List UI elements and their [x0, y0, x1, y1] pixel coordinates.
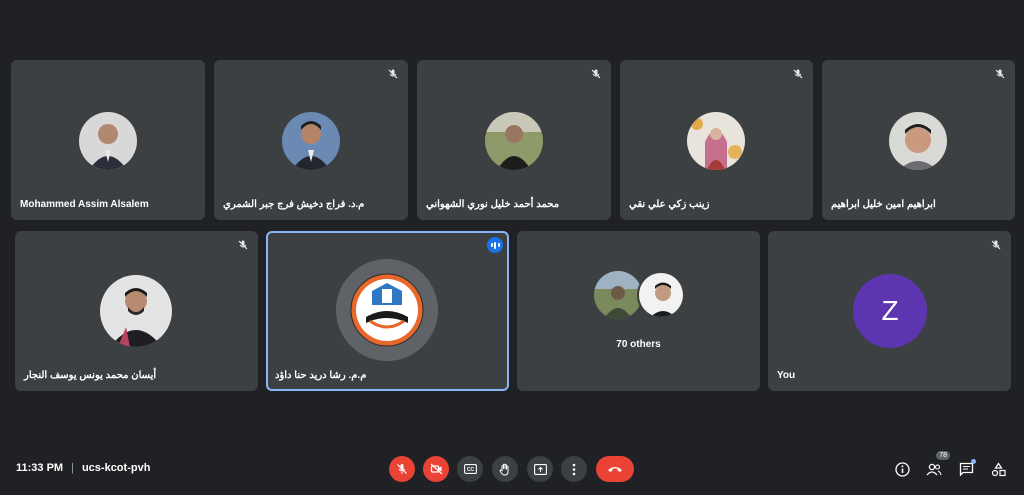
mic-off-icon	[591, 69, 601, 79]
speaking-indicator-icon	[487, 237, 503, 253]
meeting-code: ucs-kcot-pvh	[81, 462, 151, 474]
participant-tile[interactable]: زينب زكي علي نقي	[620, 60, 813, 220]
meeting-info-icon	[894, 461, 910, 477]
chat-button[interactable]	[956, 459, 976, 479]
participant-tile[interactable]: م.د. فراج دخيش فرج جبر الشمري	[214, 60, 408, 220]
chat-unread-dot	[971, 459, 976, 464]
clock-time: 11:33 PM	[16, 462, 64, 474]
participant-avatar	[594, 271, 642, 319]
mic-off-icon	[238, 240, 248, 250]
participant-name: زينب زكي علي نقي	[629, 199, 710, 210]
present-button[interactable]	[527, 456, 553, 482]
mic-off-icon	[388, 69, 398, 79]
participant-tile[interactable]: ابراهيم امين خليل ابراهيم	[822, 60, 1015, 220]
camera-toggle-button[interactable]	[423, 456, 449, 482]
self-tile[interactable]: Z You	[768, 231, 1011, 391]
participant-avatar	[889, 112, 947, 170]
captions-button[interactable]: CC	[457, 456, 483, 482]
participant-name: محمد أحمد خليل نوري الشهواني	[426, 199, 560, 210]
more-options-icon	[572, 463, 576, 475]
more-options-button[interactable]	[561, 456, 587, 482]
mic-off-icon	[793, 69, 803, 79]
participant-avatar	[79, 112, 137, 170]
activities-icon	[991, 461, 1006, 476]
mic-off-icon	[397, 464, 407, 474]
participant-avatar	[485, 112, 543, 170]
participant-tile-active-speaker[interactable]: م.م. رشا دريد حنا داؤد	[266, 231, 509, 391]
mic-off-icon	[991, 240, 1001, 250]
activities-button[interactable]	[988, 459, 1008, 479]
participant-avatar	[282, 112, 340, 170]
participant-name: ابراهيم امين خليل ابراهيم	[831, 199, 936, 210]
camera-off-icon	[430, 463, 442, 475]
chat-icon	[959, 462, 973, 477]
mic-off-icon	[995, 69, 1005, 79]
people-button[interactable]: 78	[924, 451, 950, 479]
participant-avatar	[100, 275, 172, 347]
svg-text:CC: CC	[466, 467, 474, 473]
mic-toggle-button[interactable]	[389, 456, 415, 482]
meeting-details-button[interactable]	[892, 459, 912, 479]
raise-hand-button[interactable]	[492, 456, 518, 482]
participant-name: م.م. رشا دريد حنا داؤد	[275, 370, 367, 381]
participant-name: You	[777, 370, 796, 381]
participant-name: أيسان محمد يونس يوسف النجار	[24, 370, 157, 381]
participant-name: Mohammed Assim Alsalem	[20, 199, 149, 210]
end-call-icon	[608, 467, 622, 472]
participant-tile[interactable]: Mohammed Assim Alsalem	[11, 60, 205, 220]
others-tile[interactable]: 70 others	[517, 231, 760, 391]
separator: |	[71, 462, 74, 474]
participant-avatar	[637, 271, 685, 319]
leave-call-button[interactable]	[596, 456, 634, 482]
people-count-badge: 78	[936, 451, 950, 460]
raise-hand-icon	[499, 463, 509, 476]
participant-avatar	[336, 259, 438, 361]
closed-captions-icon: CC	[463, 464, 477, 474]
participant-avatar	[687, 112, 745, 170]
others-count-label: 70 others	[616, 339, 661, 350]
participant-tile[interactable]: أيسان محمد يونس يوسف النجار	[15, 231, 258, 391]
present-screen-icon	[533, 463, 547, 475]
people-icon	[926, 463, 942, 475]
meeting-details: 11:33 PM | ucs-kcot-pvh	[16, 462, 150, 474]
self-avatar: Z	[853, 274, 927, 348]
participant-name: م.د. فراج دخيش فرج جبر الشمري	[223, 199, 365, 210]
participant-tile[interactable]: محمد أحمد خليل نوري الشهواني	[417, 60, 611, 220]
